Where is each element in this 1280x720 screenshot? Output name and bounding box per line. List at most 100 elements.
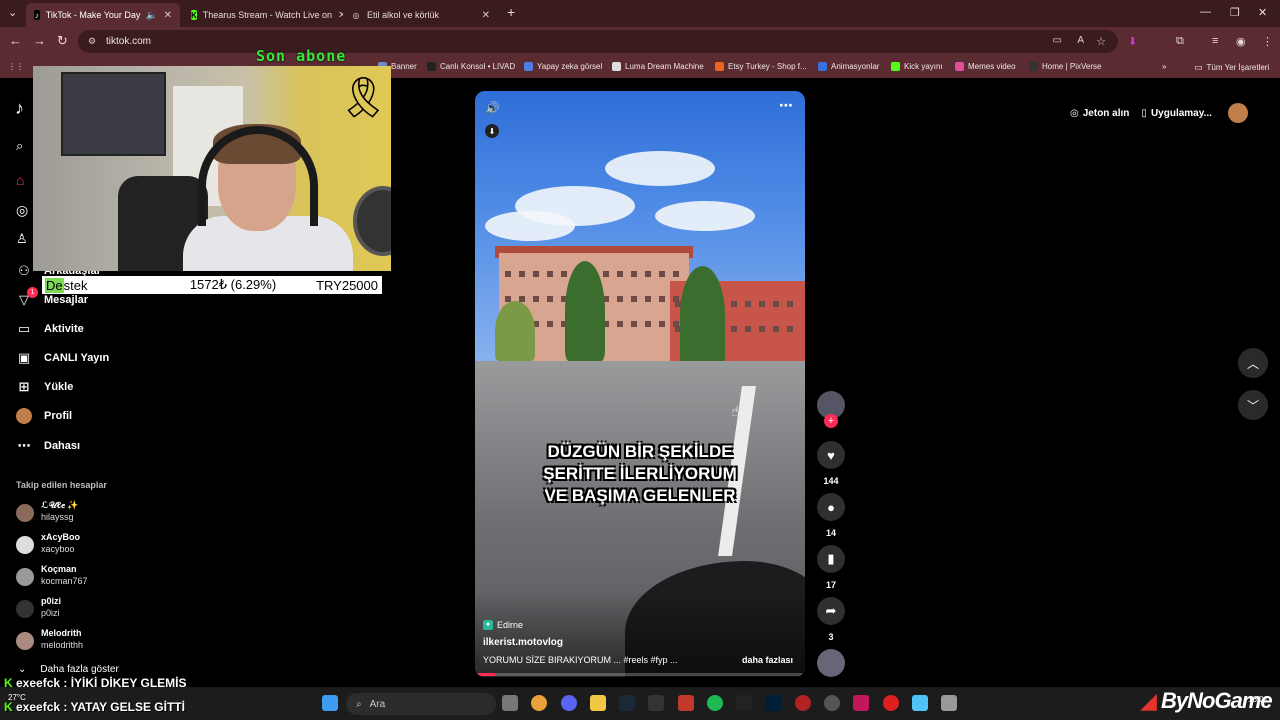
bookmark-label: Animasyonlar [831,62,880,71]
show-more-button[interactable]: ⌄ Daha fazla göster [18,664,119,675]
discord-icon[interactable] [561,695,577,711]
tab-etil[interactable]: ◎ Etil alkol ve körlük ✕ [343,3,498,27]
get-app-label: Uygulamay... [1150,107,1212,119]
tab-tiktok[interactable]: ♪ TikTok - Make Your Day 🔈 ✕ [26,3,180,27]
reload-icon[interactable]: ↻ [57,34,68,48]
home-icon[interactable]: ⌂ [16,172,24,188]
minimize-icon[interactable]: — [1200,6,1211,18]
followed-account[interactable]: xAcyBoo xacyboo [16,532,196,560]
next-video-button[interactable]: ﹀ [1238,390,1268,420]
forward-icon[interactable]: → [33,34,46,48]
back-icon[interactable]: ← [9,34,22,48]
download-icon[interactable]: ⬇ [485,124,499,138]
address-bar[interactable]: ⚙ tiktok.com ☆ A ▭ [78,30,1118,53]
tiktok-logo-icon[interactable]: ♪ [15,98,24,119]
bookmark-luma[interactable]: Luma Dream Machine [612,62,704,71]
app-icon[interactable] [795,695,811,711]
more-bookmarks-icon[interactable]: » [1162,62,1166,71]
more-link[interactable]: daha fazlası [742,655,793,665]
spotify-icon[interactable] [707,695,723,711]
tab-thearus[interactable]: K Thearus Stream - Watch Live on ✕ [183,3,343,27]
like-button[interactable]: ♥ [817,441,845,469]
following-icon[interactable]: ♙ [16,231,28,247]
search-icon[interactable]: ⌕ [16,138,23,154]
bookmark-animasyonlar[interactable]: Animasyonlar [818,62,879,71]
sound-avatar[interactable] [817,649,845,677]
more-options-icon[interactable]: ⋯ [779,97,793,114]
bynogame-logo-icon: ◢ [1140,688,1162,713]
app-icon[interactable] [678,695,694,711]
video-progress[interactable] [475,673,805,676]
steam-icon[interactable] [619,695,635,711]
followed-account[interactable]: ℒ𝒰ℓ𝑒 ✨ hilayssg [16,500,196,528]
bookmark-pixverse[interactable]: Home | PixVerse [1029,62,1101,71]
sidebar-item-profile[interactable]: Profil [16,408,72,424]
save-button[interactable]: ▮ [817,545,845,573]
sidebar-item-upload[interactable]: ⊞ Yükle [16,379,74,395]
obs-icon[interactable] [824,695,840,711]
comment-button[interactable]: ● [817,493,845,521]
extension-download-icon[interactable]: ⬇ [1128,35,1137,48]
comment-count: 14 [825,528,836,538]
followed-account[interactable]: Melodrith melodrithh [16,628,196,656]
task-view-icon[interactable] [502,695,518,711]
user-avatar[interactable] [1227,103,1248,123]
epic-games-icon[interactable] [736,695,752,711]
account-handle: hilayssg [41,512,74,522]
install-icon[interactable]: ▭ [1053,35,1062,46]
volume-icon[interactable]: 🔊 [485,101,500,115]
explore-icon[interactable]: ◎ [16,202,28,219]
bookmark-kick[interactable]: Kick yayını [891,62,943,71]
new-tab-icon[interactable]: + [507,4,515,20]
black-ribbon-icon: 🎗 [338,76,389,120]
close-icon[interactable]: ✕ [164,10,172,21]
app-icon[interactable] [648,695,664,711]
bookmark-memes[interactable]: Memes video [955,62,1016,71]
window-close-icon[interactable]: ✕ [1258,6,1267,19]
share-button[interactable]: ➦ [817,597,845,625]
bynogame-watermark: ◢ ByNoGame [1140,688,1273,714]
get-coins-button[interactable]: ◎ Jeton alın [1070,108,1129,119]
bookmark-yapay-zeka[interactable]: Yapay zeka görsel [524,62,602,71]
apps-icon[interactable]: ⋮⋮ [8,62,24,71]
sidebar-item-activity[interactable]: ▭ Aktivite [16,321,84,337]
sidebar-item-live[interactable]: ▣ CANLI Yayın [16,350,109,366]
tab-search-icon[interactable]: ⌄ [8,6,17,19]
followed-account[interactable]: Koçman kocman767 [16,564,196,592]
translate-icon[interactable]: A [1077,35,1084,46]
sidebar-item-more[interactable]: ⋯ Dahası [16,438,81,454]
previous-video-button[interactable]: ︿ [1238,348,1268,378]
phone-icon: ▯ [1141,107,1147,119]
get-app-button[interactable]: ▯ Uygulamay... [1141,108,1211,119]
notepad-icon[interactable] [912,695,928,711]
all-bookmarks[interactable]: ▭ Tüm Yer İşaretleri [1194,62,1269,73]
taskbar-search[interactable]: ⌕ Ara [346,693,496,715]
maximize-icon[interactable]: ❐ [1230,6,1240,19]
extensions-icon[interactable]: ⧉ [1176,35,1184,48]
followed-account[interactable]: p0izi p0izi [16,596,196,624]
bookmark-icon [955,62,964,71]
photoshop-icon[interactable] [765,695,781,711]
video-caption: DÜZGÜN BİR ŞEKİLDE ŞERİTTE İLERLİYORUM V… [475,441,805,507]
audio-icon[interactable]: 🔈 [146,10,157,21]
bookmark-livad[interactable]: Canlı Konsol • LIVAD [427,62,515,71]
file-explorer-icon[interactable] [590,695,606,711]
follow-plus-icon[interactable]: + [824,414,838,428]
bookmark-etsy[interactable]: Etsy Turkey - Shop f... [715,62,807,71]
windows-taskbar: 27°C ⌕ Ara 16:01 [0,687,1280,720]
video-author[interactable]: ilkerist.motovlog [483,637,563,648]
location-chip[interactable]: ● Edirne [483,618,523,631]
windows-start-icon[interactable] [322,695,338,711]
menu-icon[interactable]: ⋮ [1262,35,1273,48]
video-player[interactable]: DÜZGÜN BİR ŞEKİLDE ŞERİTTE İLERLİYORUM V… [475,91,805,677]
app-icon[interactable] [941,695,957,711]
app-icon[interactable] [853,695,869,711]
chrome-icon[interactable] [531,695,547,711]
site-info-icon[interactable]: ⚙ [88,36,96,47]
profile-icon[interactable]: ◉ [1236,35,1246,48]
video-description: YORUMU SİZE BIRAKIYORUM ... #reels #fyp … [483,655,678,665]
opera-icon[interactable] [883,695,899,711]
close-icon[interactable]: ✕ [482,10,490,21]
bookmark-star-icon[interactable]: ☆ [1096,35,1106,48]
media-icon[interactable]: ≡ [1212,35,1218,47]
